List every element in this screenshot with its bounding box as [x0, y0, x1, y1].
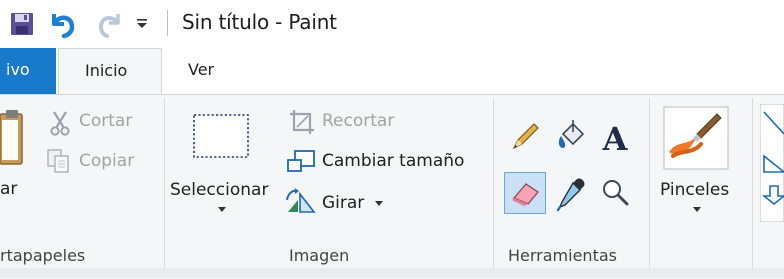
group-separator	[164, 98, 165, 270]
copy-button-label[interactable]: Copiar	[79, 151, 134, 171]
brushes-button-label[interactable]: Pinceles	[660, 180, 729, 200]
pencil-icon[interactable]	[508, 120, 542, 154]
redo-icon[interactable]	[94, 10, 124, 40]
resize-icon[interactable]	[286, 148, 316, 176]
tab-home-label: Inicio	[85, 61, 128, 80]
brushes-dropdown-icon[interactable]	[692, 206, 702, 214]
brushes-icon[interactable]	[663, 106, 729, 170]
eraser-icon[interactable]	[510, 178, 542, 208]
quick-access-separator	[167, 10, 168, 36]
group-separator	[649, 98, 650, 270]
shapes-icon[interactable]	[760, 104, 784, 222]
rotate-dropdown-icon[interactable]	[374, 200, 384, 208]
cut-button-label[interactable]: Cortar	[79, 111, 132, 131]
crop-icon[interactable]	[288, 108, 316, 136]
text-icon[interactable]: A	[598, 118, 632, 156]
group-label-tools: Herramientas	[508, 246, 617, 265]
tab-file-label: ivo	[6, 60, 30, 79]
group-separator	[493, 98, 494, 270]
select-icon[interactable]	[192, 113, 250, 159]
svg-text:A: A	[602, 120, 629, 156]
resize-button-label[interactable]: Cambiar tamaño	[322, 151, 464, 171]
fill-icon[interactable]	[555, 118, 589, 154]
color-picker-icon[interactable]	[555, 176, 589, 212]
ribbon-bottom-border	[0, 268, 784, 278]
undo-icon[interactable]	[48, 8, 80, 40]
paste-icon[interactable]	[0, 108, 26, 168]
customize-dropdown-icon[interactable]	[135, 16, 149, 30]
paste-button-label[interactable]: ar	[0, 179, 17, 199]
group-separator	[752, 98, 753, 270]
crop-button-label[interactable]: Recortar	[322, 111, 394, 131]
tab-file[interactable]: ivo	[0, 48, 56, 94]
window-title: Sin título - Paint	[182, 10, 337, 34]
cut-icon[interactable]	[48, 110, 72, 136]
save-icon[interactable]	[10, 12, 34, 36]
rotate-icon[interactable]	[284, 186, 318, 216]
rotate-button-label[interactable]: Girar	[322, 193, 364, 213]
tab-home[interactable]: Inicio	[58, 48, 162, 95]
copy-icon[interactable]	[46, 148, 72, 174]
magnifier-icon[interactable]	[599, 176, 631, 210]
select-dropdown-icon[interactable]	[217, 206, 227, 214]
select-button-label[interactable]: Seleccionar	[170, 180, 268, 200]
group-label-clipboard: rtapapeles	[0, 246, 86, 265]
group-label-image: Imagen	[289, 246, 350, 265]
tab-view[interactable]: Ver	[188, 60, 214, 79]
